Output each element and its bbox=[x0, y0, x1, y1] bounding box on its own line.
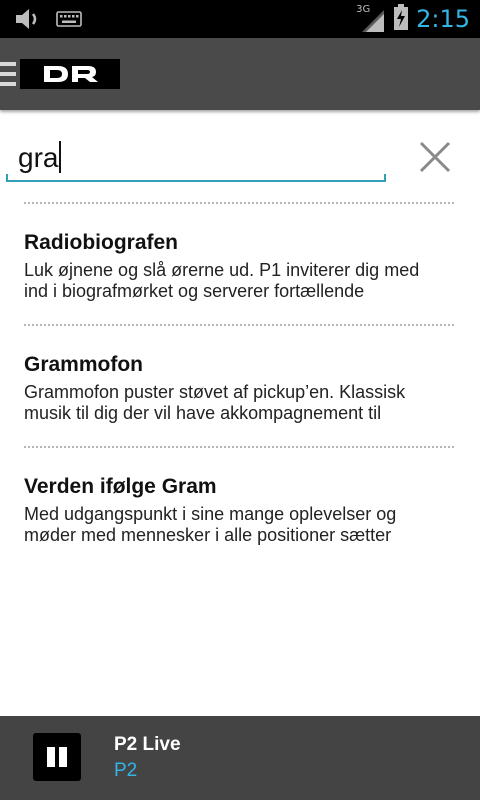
result-description-line: musik til dig der vil have akkompagnemen… bbox=[24, 403, 382, 423]
list-item[interactable]: Radiobiografen Luk øjnene og slå ørerne … bbox=[24, 204, 454, 324]
result-description-line: Med udgangspunkt i sine mange oplevelser… bbox=[24, 504, 397, 524]
app-screen: 3G 2:15 gra Radiobiografen Luk øjnene og… bbox=[0, 0, 480, 800]
list-item[interactable]: Grammofon Grammofon puster støvet af pic… bbox=[24, 326, 454, 446]
result-description: Med udgangspunkt i sine mange oplevelser… bbox=[24, 504, 454, 546]
text-cursor bbox=[59, 141, 62, 173]
clock: 2:15 bbox=[416, 5, 470, 33]
search-input-text-wrap: gra bbox=[18, 138, 62, 178]
action-bar bbox=[0, 38, 480, 110]
result-description: Luk øjnene og slå ørerne ud. P1 invitere… bbox=[24, 260, 454, 302]
status-bar: 3G 2:15 bbox=[0, 0, 480, 38]
result-title: Radiobiografen bbox=[24, 231, 179, 254]
close-icon[interactable] bbox=[418, 140, 452, 174]
search-query: gra bbox=[18, 142, 59, 173]
dr-logo[interactable] bbox=[20, 59, 120, 89]
result-description-line: Grammofon puster støvet af pickup’en. Kl… bbox=[24, 382, 406, 402]
result-description-line: møder med mennesker i alle positioner sæ… bbox=[24, 525, 392, 545]
result-description-line: ind i biografmørket og serverer fortælle… bbox=[24, 281, 365, 301]
keyboard-icon bbox=[56, 11, 82, 31]
result-description-line: Luk øjnene og slå ørerne ud. P1 invitere… bbox=[24, 260, 420, 280]
search-input[interactable]: gra bbox=[6, 134, 386, 182]
search-bar: gra bbox=[0, 110, 480, 202]
list-item[interactable]: Verden ifølge Gram Med udgangspunkt i si… bbox=[24, 448, 454, 568]
now-playing-title: P2 Live bbox=[114, 734, 181, 755]
now-playing-channel: P2 bbox=[114, 760, 138, 781]
result-title: Grammofon bbox=[24, 353, 144, 376]
search-results-list: Radiobiografen Luk øjnene og slå ørerne … bbox=[24, 202, 454, 568]
hamburger-menu-icon[interactable] bbox=[0, 62, 16, 86]
volume-icon bbox=[14, 7, 42, 35]
battery-charging-icon bbox=[394, 4, 409, 34]
result-description: Grammofon puster støvet af pickup’en. Kl… bbox=[24, 382, 454, 424]
result-title: Verden ifølge Gram bbox=[24, 475, 217, 498]
now-playing-bar[interactable]: P2 Live P2 bbox=[0, 716, 480, 800]
signal-icon: 3G bbox=[356, 4, 386, 34]
pause-icon[interactable] bbox=[33, 733, 81, 781]
